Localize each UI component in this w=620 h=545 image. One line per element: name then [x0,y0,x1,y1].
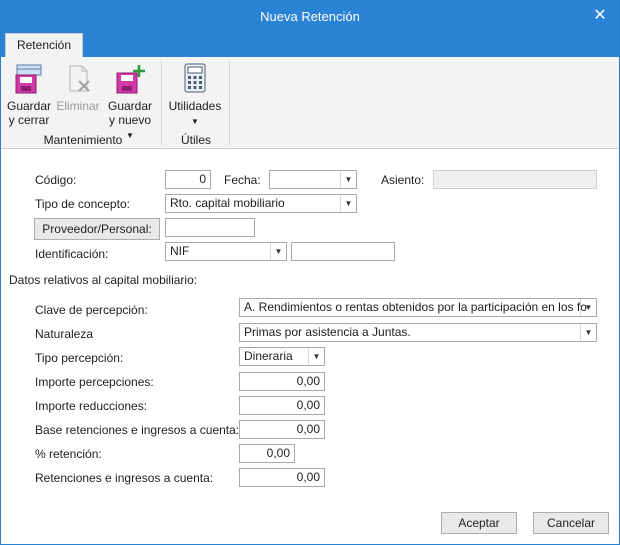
chevron-down-icon[interactable]: ▼ [580,299,596,316]
save-new-label: Guardar y nuevo [107,99,153,127]
tipo-percepcion-dropdown[interactable]: Dineraria ▼ [239,347,325,366]
importe-percepciones-label: Importe percepciones: [35,375,154,389]
delete-label: Eliminar [56,99,100,113]
delete-button[interactable]: Eliminar [55,61,101,113]
codigo-input[interactable]: 0 [165,170,211,189]
save-new-icon [116,65,145,94]
save-close-label: Guardar y cerrar [6,99,52,127]
utilities-label: Utilidades [168,99,222,113]
tipo-concepto-dropdown[interactable]: Rto. capital mobiliario ▼ [165,194,357,213]
retenciones-label: Retenciones e ingresos a cuenta: [35,471,214,485]
naturaleza-label: Naturaleza [35,327,94,341]
tipo-percepcion-label: Tipo percepción: [35,351,124,365]
ribbon: Guardar y cerrar Eliminar Guardar y nuev… [1,57,619,149]
window-title: Nueva Retención [260,9,360,24]
ribbon-separator [229,61,230,145]
importe-reducciones-label: Importe reducciones: [35,399,148,413]
tab-retencion[interactable]: Retención [5,33,83,57]
importe-reducciones-input[interactable]: 0,00 [239,396,325,415]
save-close-icon [15,64,42,94]
fecha-label: Fecha: [224,173,261,187]
chevron-down-icon[interactable]: ▼ [308,348,324,365]
naturaleza-value: Primas por asistencia a Juntas. [244,325,411,339]
ribbon-separator [161,61,162,145]
tipo-concepto-label: Tipo de concepto: [35,197,130,211]
identificacion-type-dropdown[interactable]: NIF ▼ [165,242,287,261]
base-retenciones-label: Base retenciones e ingresos a cuenta: [35,423,240,437]
importe-percepciones-input[interactable]: 0,00 [239,372,325,391]
base-retenciones-input[interactable]: 0,00 [239,420,325,439]
tipo-concepto-value: Rto. capital mobiliario [170,196,285,210]
dialog-window: Nueva Retención ✕ Retención Guardar y ce… [0,0,620,545]
utilities-dropdown-icon[interactable]: ▼ [191,117,199,126]
clave-label: Clave de percepción: [35,303,148,317]
group-label-utils: Útiles [180,133,211,147]
chevron-down-icon[interactable]: ▼ [340,171,356,188]
pct-retencion-label: % retención: [35,447,102,461]
utilities-button[interactable]: Utilidades ▼ [167,61,223,129]
proveedor-input[interactable] [165,218,255,237]
save-close-button[interactable]: Guardar y cerrar [5,61,53,127]
chevron-down-icon[interactable]: ▼ [580,324,596,341]
chevron-down-icon[interactable]: ▼ [340,195,356,212]
save-new-button[interactable]: Guardar y nuevo ▼ [105,61,155,143]
proveedor-personal-button[interactable]: Proveedor/Personal: [34,218,160,240]
fecha-dropdown[interactable]: ▼ [269,170,357,189]
codigo-label: Código: [35,173,77,187]
calculator-icon [184,63,206,93]
tipo-percepcion-value: Dineraria [244,349,293,363]
clave-value: A. Rendimientos o rentas obtenidos por l… [244,300,587,314]
identificacion-label: Identificación: [35,247,109,261]
delete-icon [69,65,90,92]
identificacion-type-value: NIF [170,244,190,258]
group-label-maintenance: Mantenimiento [43,133,123,147]
retenciones-input[interactable]: 0,00 [239,468,325,487]
naturaleza-dropdown[interactable]: Primas por asistencia a Juntas. ▼ [239,323,597,342]
close-icon[interactable]: ✕ [589,5,611,27]
accept-button[interactable]: Aceptar [441,512,517,534]
cancel-button[interactable]: Cancelar [533,512,609,534]
identificacion-input[interactable] [291,242,395,261]
section-title: Datos relativos al capital mobiliario: [9,273,198,287]
asiento-input [433,170,597,189]
chevron-down-icon[interactable]: ▼ [270,243,286,260]
pct-retencion-input[interactable]: 0,00 [239,444,295,463]
clave-dropdown[interactable]: A. Rendimientos o rentas obtenidos por l… [239,298,597,317]
tab-strip: Retención [1,33,619,57]
asiento-label: Asiento: [381,173,425,187]
title-bar: Nueva Retención ✕ [1,1,619,33]
